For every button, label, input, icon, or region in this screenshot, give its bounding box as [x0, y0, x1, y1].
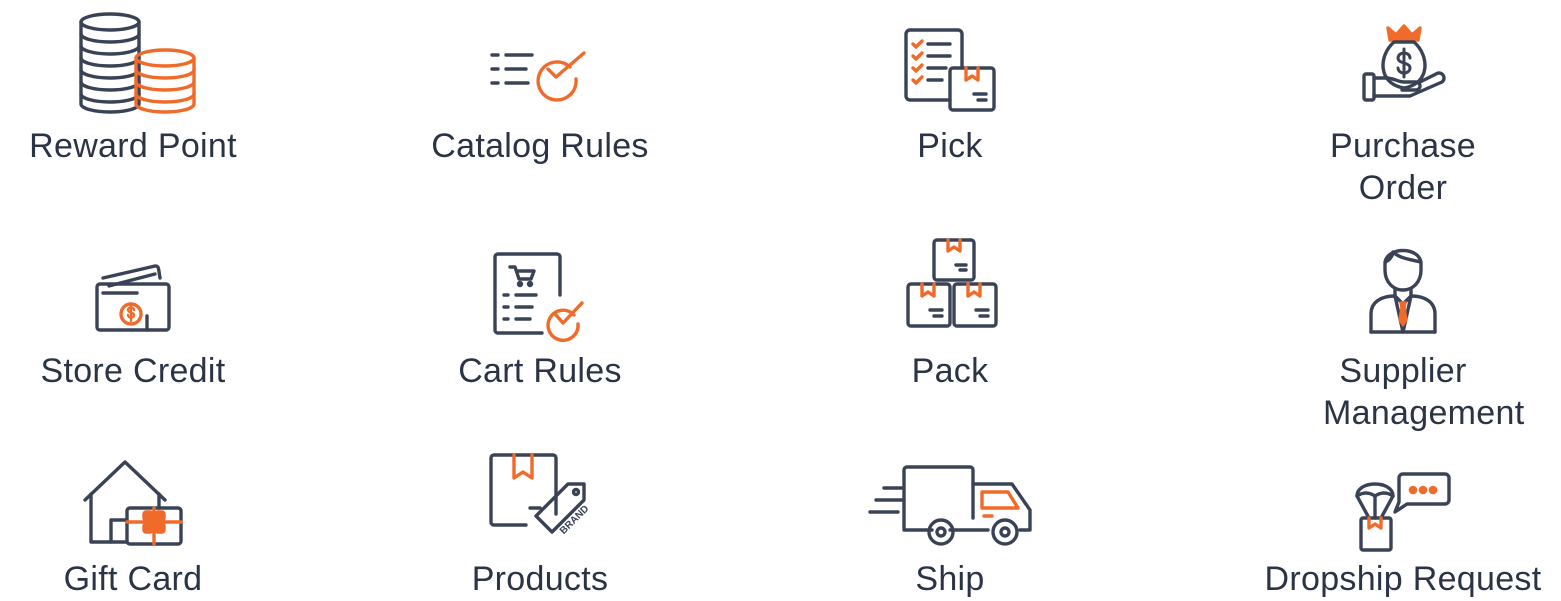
- feature-label: Ship: [915, 560, 985, 598]
- box-brand-tag-icon: BRAND: [489, 453, 591, 537]
- feature-label: Catalog Rules: [431, 127, 649, 165]
- feature-label: Store Credit: [40, 352, 226, 390]
- checklist-check-icon: [490, 51, 586, 102]
- feature-label: Dropship Request: [1264, 560, 1542, 598]
- feature-label: Purchase Order: [1329, 127, 1477, 207]
- supplier-person-icon: [1369, 248, 1437, 334]
- feature-tile-pick[interactable]: Pick: [790, 0, 1110, 200]
- feature-label: Pack: [911, 352, 989, 390]
- feature-tile-cart-rules[interactable]: Cart Rules: [380, 230, 700, 400]
- feature-tile-reward-point[interactable]: Reward Point: [0, 0, 293, 200]
- pick-list-box-icon: [904, 28, 996, 112]
- money-bag-hand-icon: [1362, 24, 1446, 102]
- stacked-boxes-icon: [906, 238, 998, 328]
- feature-label: Supplier Management: [1323, 352, 1525, 432]
- feature-label: Cart Rules: [458, 352, 622, 390]
- feature-tile-supplier-management[interactable]: Supplier Management: [1243, 230, 1561, 440]
- feature-tile-gift-card[interactable]: Gift Card: [0, 440, 293, 601]
- delivery-truck-icon: [868, 465, 1032, 546]
- feature-tile-products[interactable]: BRAND Products: [380, 440, 700, 601]
- feature-label: Products: [471, 560, 609, 598]
- coin-stacks-icon: [79, 12, 196, 114]
- feature-tile-store-credit[interactable]: Store Credit: [0, 230, 293, 400]
- feature-label: Pick: [917, 127, 983, 165]
- feature-tile-ship[interactable]: Ship: [790, 440, 1110, 601]
- feature-tile-pack[interactable]: Pack: [790, 230, 1110, 400]
- cart-document-check-icon: [493, 252, 584, 342]
- house-gift-card-icon: [83, 460, 183, 546]
- credit-cards-icon: [95, 264, 171, 332]
- feature-label: Reward Point: [29, 127, 237, 165]
- parachute-box-chat-icon: [1355, 472, 1451, 552]
- feature-tile-purchase-order[interactable]: Purchase Order: [1243, 0, 1561, 210]
- feature-label: Gift Card: [63, 560, 203, 598]
- feature-tile-catalog-rules[interactable]: Catalog Rules: [380, 0, 700, 200]
- feature-tile-dropship-request[interactable]: Dropship Request: [1243, 440, 1561, 601]
